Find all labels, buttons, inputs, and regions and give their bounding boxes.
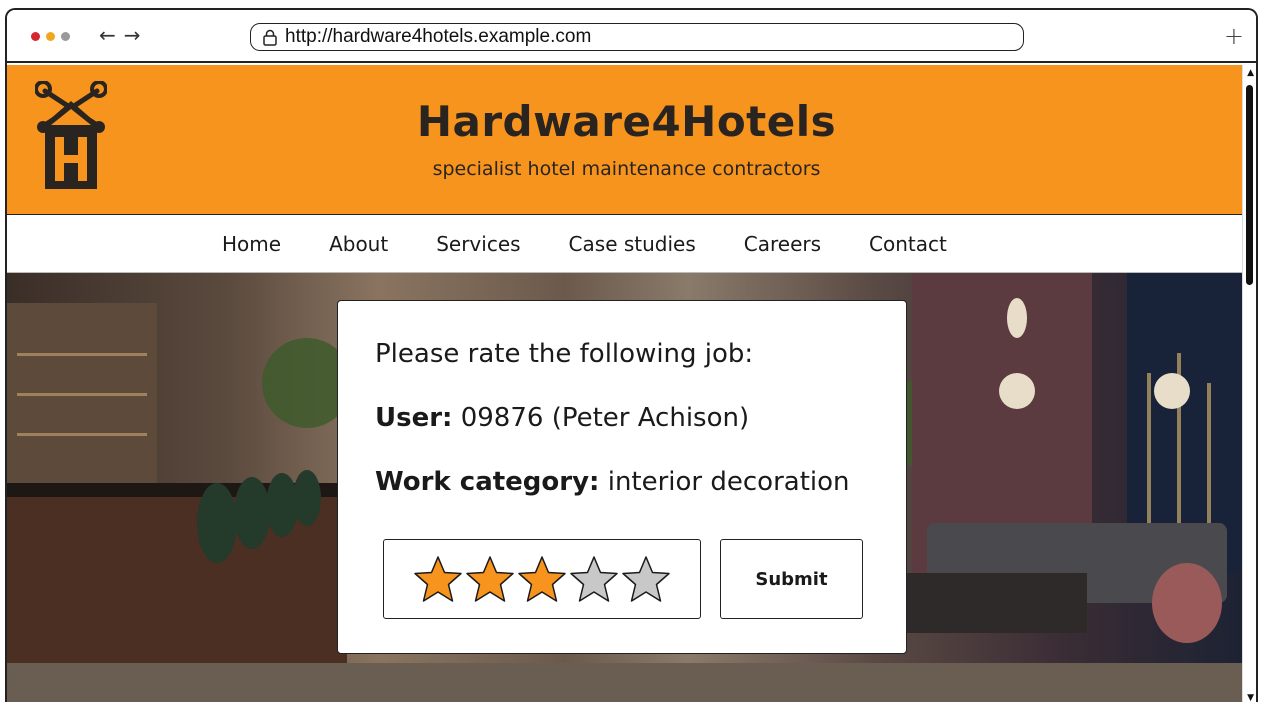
new-tab-button[interactable]: +: [1224, 22, 1244, 50]
work-category-value: interior decoration: [607, 467, 850, 497]
work-category-info: Work category: interior decoration: [375, 467, 850, 497]
lock-icon: [263, 29, 277, 46]
star-filled-icon[interactable]: [464, 554, 516, 604]
back-arrow-icon[interactable]: ←: [99, 23, 116, 47]
nav-item-services[interactable]: Services: [436, 232, 520, 256]
star-empty-icon[interactable]: [568, 554, 620, 604]
star-rating-control[interactable]: [383, 539, 701, 619]
job-rating-card: Please rate the following job: User: 098…: [337, 300, 907, 654]
star-filled-icon[interactable]: [412, 554, 464, 604]
close-window-button[interactable]: [31, 32, 40, 41]
window-controls: [31, 32, 70, 41]
user-value: 09876 (Peter Achison): [460, 403, 750, 433]
site-tagline: specialist hotel maintenance contractors: [432, 158, 821, 180]
user-label: User:: [375, 403, 453, 433]
minimize-window-button[interactable]: [46, 32, 55, 41]
browser-chrome: ← → http://hardware4hotels.example.com +: [7, 10, 1256, 63]
maximize-window-button[interactable]: [61, 32, 70, 41]
work-category-label: Work category:: [375, 467, 600, 497]
site-header: Hardware4Hotels specialist hotel mainten…: [7, 65, 1246, 215]
nav-item-careers[interactable]: Careers: [744, 232, 821, 256]
site-title: Hardware4Hotels: [416, 97, 837, 146]
rating-prompt: Please rate the following job:: [375, 339, 754, 369]
scrollbar-thumb[interactable]: [1246, 85, 1253, 285]
forward-arrow-icon[interactable]: →: [124, 23, 141, 47]
star-filled-icon[interactable]: [516, 554, 568, 604]
submit-button[interactable]: Submit: [720, 539, 863, 619]
nav-item-about[interactable]: About: [329, 232, 388, 256]
address-bar[interactable]: http://hardware4hotels.example.com: [250, 23, 1024, 51]
user-info: User: 09876 (Peter Achison): [375, 403, 749, 433]
main-navigation: Home About Services Case studies Careers…: [7, 216, 1246, 273]
nav-item-case-studies[interactable]: Case studies: [569, 232, 696, 256]
history-navigation: ← →: [99, 23, 141, 47]
nav-item-contact[interactable]: Contact: [869, 232, 947, 256]
star-empty-icon[interactable]: [620, 554, 672, 604]
url-text: http://hardware4hotels.example.com: [285, 26, 592, 47]
nav-item-home[interactable]: Home: [222, 232, 281, 256]
scroll-up-arrow-icon[interactable]: ▲: [1247, 68, 1254, 78]
scroll-down-arrow-icon[interactable]: ▼: [1247, 693, 1254, 702]
